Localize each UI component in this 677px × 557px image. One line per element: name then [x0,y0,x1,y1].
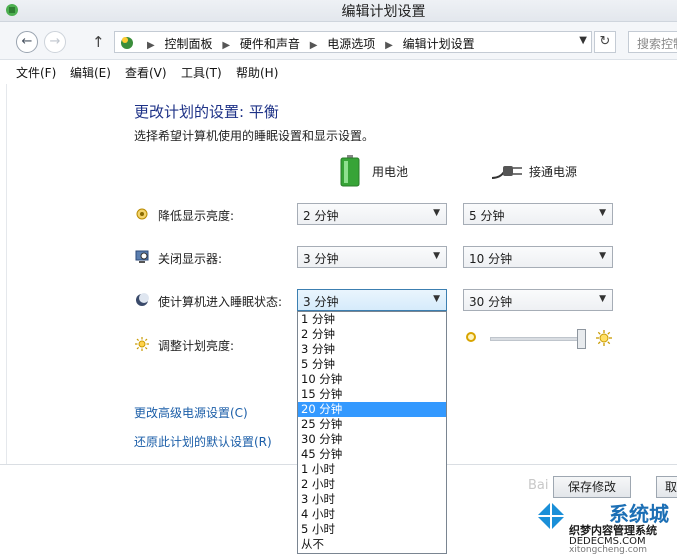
sleep-battery-select[interactable]: 3 分钟 ▼ [297,289,447,311]
forward-button[interactable]: → [44,31,66,53]
chevron-down-icon: ▼ [433,251,440,261]
menu-help[interactable]: 帮助(H) [236,64,278,81]
breadcrumb: ▶ 控制面板 ▶ 硬件和声音 ▶ 电源选项 ▶ 编辑计划设置 [141,35,475,52]
chevron-down-icon: ▼ [599,251,606,261]
dropdown-option[interactable]: 25 分钟 [298,417,446,432]
dim-display-icon [136,208,148,220]
dropdown-option[interactable]: 45 分钟 [298,447,446,462]
battery-column-label: 用电池 [372,165,409,179]
slider-thumb[interactable] [577,329,586,349]
watermark-url: xitongcheng.com [569,545,647,555]
dropdown-option[interactable]: 3 分钟 [298,342,446,357]
up-button[interactable]: ↑ [92,33,105,51]
select-value: 5 分钟 [469,209,505,223]
title-bar: 编辑计划设置 [0,0,677,22]
page-title: 更改计划的设置: 平衡 [134,103,279,121]
plug-icon [491,166,522,179]
chevron-down-icon: ▼ [599,208,606,218]
chevron-down-icon: ▼ [433,208,440,218]
turn-off-display-label: 关闭显示器: [158,252,223,266]
bright-sun-icon [596,330,612,346]
advanced-settings-link[interactable]: 更改高级电源设置(C) [134,404,248,421]
menu-file[interactable]: 文件(F) [16,64,56,81]
dropdown-option[interactable]: 5 分钟 [298,357,446,372]
brightness-label: 调整计划亮度: [158,339,235,353]
divider [6,84,7,464]
page-description: 选择希望计算机使用的睡眠设置和显示设置。 [134,129,375,143]
back-button[interactable]: ← [16,31,38,53]
chevron-right-icon: ▶ [309,40,318,51]
dropdown-option[interactable]: 2 分钟 [298,327,446,342]
breadcrumb-item[interactable]: 硬件和声音 [240,37,300,51]
menu-edit[interactable]: 编辑(E) [70,64,111,81]
chevron-right-icon: ▶ [222,40,231,51]
breadcrumb-item[interactable]: 电源选项 [327,37,375,51]
address-input[interactable]: ▶ 控制面板 ▶ 硬件和声音 ▶ 电源选项 ▶ 编辑计划设置 ▼ [114,31,592,53]
chevron-down-icon[interactable]: ▼ [579,35,587,46]
windows-logo-icon [533,498,569,534]
address-toolbar: ← → ↑ ▶ 控制面板 ▶ 硬件和声音 ▶ 电源选项 ▶ 编辑计划设置 ▼ ↻… [0,22,677,60]
battery-icon [340,155,360,187]
sleep-label: 使计算机进入睡眠状态: [158,295,283,309]
breadcrumb-item[interactable]: 编辑计划设置 [403,37,475,51]
chevron-down-icon: ▼ [433,294,440,304]
dropdown-option[interactable]: 1 分钟 [298,312,446,327]
dropdown-option[interactable]: 10 分钟 [298,372,446,387]
chevron-right-icon: ▶ [147,40,155,51]
dropdown-option[interactable]: 4 小时 [298,507,446,522]
dropdown-option[interactable]: 5 小时 [298,522,446,537]
select-value: 3 分钟 [303,295,339,309]
search-input[interactable]: 搜索控制 [628,31,677,53]
dropdown-option[interactable]: 1 小时 [298,462,446,477]
select-value: 30 分钟 [469,295,513,309]
breadcrumb-item[interactable]: 控制面板 [165,37,213,51]
sleep-plugged-select[interactable]: 30 分钟 ▼ [463,289,613,311]
turn-off-display-plugged-select[interactable]: 10 分钟 ▼ [463,246,613,268]
dim-display-label: 降低显示亮度: [158,209,235,223]
select-value: 10 分钟 [469,252,513,266]
refresh-button[interactable]: ↻ [594,31,616,53]
control-panel-icon [121,37,133,49]
sun-icon [135,337,149,351]
monitor-icon [135,250,149,263]
dim-display-battery-select[interactable]: 2 分钟 ▼ [297,203,447,225]
select-value: 3 分钟 [303,252,339,266]
sleep-battery-dropdown-list[interactable]: 1 分钟 2 分钟 3 分钟 5 分钟 10 分钟 15 分钟 20 分钟 25 分钟 30 分… [297,311,447,554]
window-title: 编辑计划设置 [341,4,426,20]
restore-defaults-link[interactable]: 还原此计划的默认设置(R) [134,433,272,450]
dropdown-option[interactable]: 30 分钟 [298,432,446,447]
menu-view[interactable]: 查看(V) [125,64,167,81]
plugged-column-label: 接通电源 [529,165,578,179]
select-value: 2 分钟 [303,209,339,223]
dropdown-option[interactable]: 2 小时 [298,477,446,492]
turn-off-display-battery-select[interactable]: 3 分钟 ▼ [297,246,447,268]
dropdown-option[interactable]: 3 小时 [298,492,446,507]
dropdown-option[interactable]: 从不 [298,537,446,552]
dim-display-plugged-select[interactable]: 5 分钟 ▼ [463,203,613,225]
moon-icon [136,293,149,306]
watermark: 系统城 织梦内容管理系统 DEDECMS.COM xitongcheng.com [525,488,677,557]
dropdown-option[interactable]: 20 分钟 [298,402,446,417]
dropdown-option[interactable]: 15 分钟 [298,387,446,402]
brightness-plugged-slider[interactable] [490,337,584,341]
menu-bar: 文件(F) 编辑(E) 查看(V) 工具(T) 帮助(H) [0,60,677,82]
chevron-right-icon: ▶ [385,40,393,51]
chevron-down-icon: ▼ [599,294,606,304]
menu-tools[interactable]: 工具(T) [181,64,222,81]
dim-brightness-icon [466,332,476,342]
